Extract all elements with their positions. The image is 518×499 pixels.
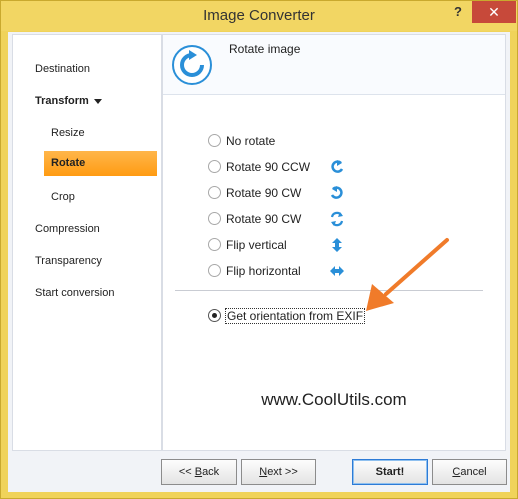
annotation-arrow-icon — [366, 238, 449, 311]
title-bar[interactable]: Image Converter ? ✕ — [1, 1, 517, 31]
back-button[interactable]: << Back — [161, 459, 237, 485]
start-button[interactable]: Start! — [352, 459, 428, 485]
window-title: Image Converter — [203, 7, 315, 24]
cancel-button[interactable]: Cancel — [432, 459, 507, 485]
dialog-client-area: Destination Transform Resize Rotate Crop… — [8, 32, 510, 492]
button-bar: << Back Next >> Start! Cancel — [8, 455, 510, 492]
help-button[interactable]: ? — [444, 1, 472, 23]
close-button[interactable]: ✕ — [472, 1, 516, 23]
next-button[interactable]: Next >> — [241, 459, 316, 485]
image-converter-window: Image Converter ? ✕ Destination Transfor… — [0, 0, 518, 499]
